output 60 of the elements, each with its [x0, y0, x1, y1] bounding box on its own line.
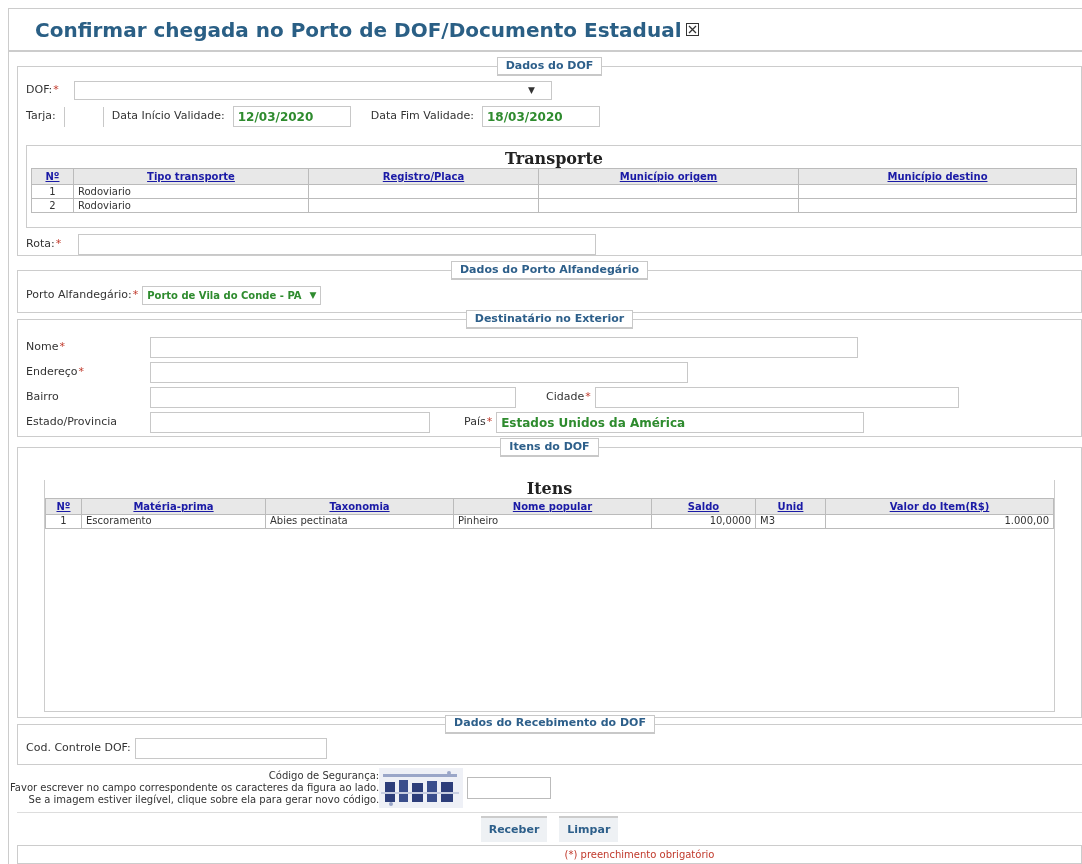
table-cell: M3 [755, 514, 826, 529]
table-cell: Rodoviario [73, 198, 309, 213]
required-mark: * [132, 287, 139, 304]
table-cell: 1.000,00 [825, 514, 1054, 529]
field-label: DOF: [26, 82, 53, 99]
table-cell: Rodoviario [73, 184, 309, 199]
dof-select[interactable]: ▼ [74, 81, 552, 101]
input-field[interactable] [150, 362, 688, 384]
table-cell: 10,0000 [651, 514, 756, 529]
required-mark: * [53, 82, 59, 99]
input-field[interactable]: 12/03/2020 [232, 106, 351, 128]
close-icon[interactable] [685, 23, 699, 37]
field-label: Data Início Validade: [111, 108, 225, 125]
form-button[interactable]: Receber [480, 815, 548, 842]
dialog-title: Confirmar chegada no Porto de DOF/Documento Estadual [35, 16, 682, 44]
required-mark: * [55, 236, 62, 253]
table-caption: Itens [525, 479, 574, 498]
field-label: Endereço [26, 364, 78, 381]
security-note: Favor escrever no campo correspondente os caracteres da figura ao lado. [10, 782, 380, 795]
route-textarea[interactable] [78, 234, 596, 256]
security-note: Se a imagem estiver ilegível, clique sobre ela para gerar novo código. [28, 794, 380, 807]
table-cell: 2 [31, 198, 74, 213]
input-field[interactable] [134, 737, 327, 759]
port-select[interactable]: Porto de Vila do Conde - PA ▼ [142, 286, 322, 306]
input-field[interactable] [63, 106, 104, 127]
required-mark: * [78, 364, 84, 381]
table-cell: Abies pectinata [265, 514, 454, 529]
field-label: Nome [26, 339, 59, 356]
section-legend: Dados do Recebimento do DOF [445, 714, 655, 734]
field-label: Cod. Controle DOF: [26, 739, 131, 756]
field-label: Cidade [546, 389, 585, 406]
field-label: Estado/Provincia [26, 414, 117, 431]
section-legend: Dados do DOF [496, 57, 603, 77]
required-mark: * [486, 414, 493, 431]
input-field[interactable]: 18/03/2020 [482, 106, 600, 128]
table-cell: 1 [45, 514, 82, 529]
input-field[interactable]: Estados Unidos da América [496, 412, 865, 434]
field-label: Rota: [26, 236, 55, 253]
field-label: País [464, 414, 486, 431]
field-label: Tarja: [26, 108, 56, 125]
field-label: Bairro [26, 389, 59, 406]
section-legend: Itens do DOF [500, 437, 599, 457]
table-cell: Escoramento [81, 514, 266, 529]
required-mark: * [59, 339, 65, 356]
input-field[interactable] [594, 387, 959, 409]
field-label: Porto Alfandegário: [26, 287, 132, 304]
section-legend: Dados do Porto Alfandegário [451, 261, 648, 281]
security-code-field[interactable] [467, 777, 552, 800]
table-caption: Transporte [503, 150, 604, 169]
field-label: Data Fim Validade: [370, 108, 474, 125]
required-mark: * [585, 389, 591, 406]
input-field[interactable] [150, 387, 516, 409]
required-note: (*) preenchimento obrigatório [563, 848, 715, 863]
table-cell: Pinheiro [453, 514, 652, 529]
table-cell: 1 [31, 184, 74, 199]
section-legend: Destinatário no Exterior [465, 310, 634, 330]
input-field[interactable] [150, 337, 858, 359]
input-field[interactable] [150, 412, 430, 434]
form-button[interactable]: Limpar [559, 815, 619, 842]
security-note: Código de Segurança: [268, 770, 380, 783]
